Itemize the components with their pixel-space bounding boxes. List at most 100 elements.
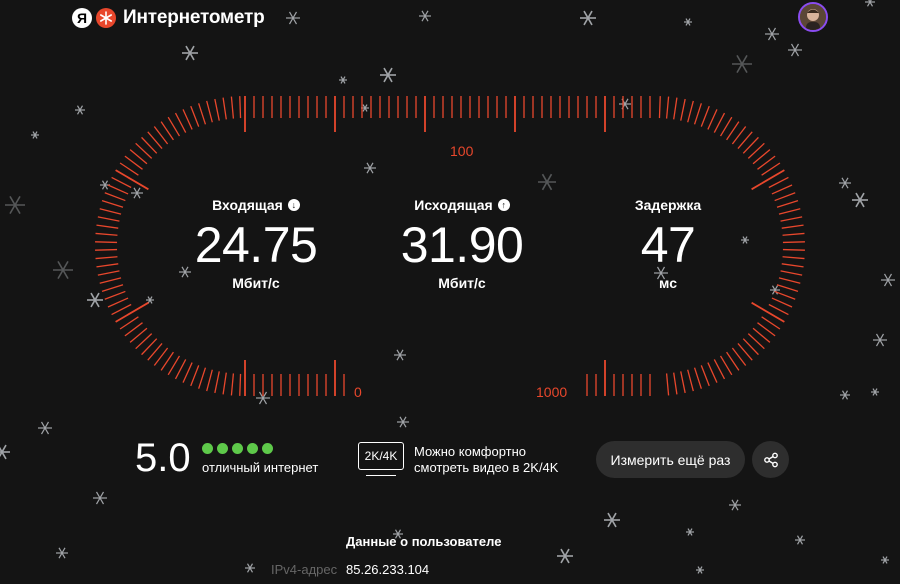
gauge-tick — [167, 116, 181, 137]
gauge-tick — [190, 105, 200, 127]
gauge-tick — [95, 256, 118, 260]
gauge-tick — [751, 301, 785, 323]
gauge-tick — [658, 96, 661, 119]
gauge-tick — [174, 112, 187, 133]
latency-metric: Задержка 47 мс — [558, 197, 778, 291]
gauge-tick — [101, 284, 124, 292]
latency-value: 47 — [640, 217, 696, 273]
gauge-tick — [680, 98, 686, 121]
gauge-tick — [115, 169, 149, 191]
gauge-tick — [713, 359, 726, 380]
download-label: Входящая — [212, 197, 283, 213]
gauge-tick — [693, 367, 702, 389]
gauge-tick — [101, 200, 124, 208]
quality-score: 5.0 — [135, 436, 191, 480]
gauge-tick — [700, 365, 710, 387]
gauge-tick — [182, 362, 193, 383]
gauge-tick — [665, 373, 670, 396]
gauge-tick — [230, 96, 235, 119]
gauge-tick — [239, 96, 242, 119]
retest-button[interactable]: Измерить ещё раз — [596, 441, 745, 478]
gauge-tick — [719, 355, 733, 376]
gauge-tick — [707, 362, 718, 383]
gauge-tick — [97, 270, 120, 276]
rating-dot — [247, 443, 258, 454]
gauge-tick — [96, 263, 119, 268]
ipv4-value: 85.26.233.104 — [346, 562, 430, 577]
ipv4-label: IPv4-адрес — [271, 562, 338, 577]
scale-label-100: 100 — [450, 143, 474, 159]
gauge-tick — [687, 369, 694, 392]
gauge-tick — [111, 303, 132, 316]
gauge-tick — [700, 105, 710, 127]
upload-arrow-icon: ↑ — [497, 199, 510, 211]
rating-dot — [262, 443, 273, 454]
user-avatar[interactable] — [798, 2, 828, 32]
gauge-tick — [781, 263, 804, 268]
gauge-tick — [198, 367, 207, 389]
upload-label: Исходящая — [414, 197, 493, 213]
gauge-tick — [751, 169, 785, 191]
gauge-tick — [230, 373, 235, 396]
app-title: Интернетометр — [123, 7, 265, 28]
latency-unit: мс — [659, 275, 677, 291]
gauge-tick — [198, 103, 207, 125]
gauge-tick — [687, 100, 694, 123]
download-arrow-icon: ↓ — [287, 199, 300, 211]
gauge-tick — [768, 176, 789, 189]
gauge-tick — [781, 224, 804, 229]
gauge-tick — [99, 277, 122, 284]
gauge-tick — [95, 241, 118, 244]
gauge-tick — [693, 103, 702, 125]
gauge-tick — [780, 270, 803, 276]
gauge-tick — [107, 184, 129, 195]
upload-unit: Мбит/с — [438, 275, 486, 291]
gauge-tick — [107, 297, 129, 308]
gauge-tick — [206, 100, 213, 123]
gauge-tick — [707, 109, 718, 130]
share-icon — [763, 452, 778, 467]
download-value: 24.75 — [194, 217, 318, 273]
upload-metric: Исходящая ↑ 31.90 Мбит/с — [352, 197, 572, 291]
gauge-tick — [680, 371, 686, 394]
gauge-tick — [95, 248, 118, 251]
gauge-tick — [673, 372, 678, 395]
user-data-title: Данные о пользователе — [346, 534, 502, 549]
share-button[interactable] — [752, 441, 789, 478]
gauge-tick — [190, 365, 200, 387]
gauge-tick — [214, 371, 220, 394]
gauge-tick — [771, 297, 793, 308]
app-logo[interactable]: Я Интернетометр — [72, 6, 265, 30]
speed-gauge — [95, 96, 805, 396]
gauge-tick — [673, 97, 678, 120]
rating-dot — [232, 443, 243, 454]
gauge-tick — [713, 112, 726, 133]
gauge-tick — [214, 98, 220, 121]
gauge-tick — [774, 290, 796, 300]
gauge-tick — [778, 277, 801, 284]
gauge-tick — [782, 248, 805, 251]
gauge-tick — [104, 290, 126, 300]
gauge-tick — [782, 241, 805, 244]
gauge-tick — [771, 184, 793, 195]
gauge-tick — [665, 96, 670, 119]
gauge-tick — [776, 200, 799, 208]
gauge-tick — [239, 373, 242, 396]
gauge-tick — [778, 208, 801, 215]
gauge-tick — [206, 369, 213, 392]
scale-label-0: 0 — [354, 384, 362, 400]
gauge-tick — [780, 216, 803, 222]
download-metric: Входящая ↓ 24.75 Мбит/с — [146, 197, 366, 291]
gauge-tick — [182, 109, 193, 130]
gauge-tick — [115, 301, 149, 323]
gauge-tick — [111, 176, 132, 189]
gauge-tick — [719, 116, 733, 137]
rating-dot — [202, 443, 213, 454]
gauge-tick — [768, 303, 789, 316]
description-line-1: Можно комфортно — [414, 444, 527, 459]
latency-label: Задержка — [634, 197, 702, 213]
gauge-tick — [222, 97, 227, 120]
video-quality-description: Можно комфортно смотреть видео в 2K/4K — [414, 444, 584, 476]
upload-value: 31.90 — [400, 217, 524, 273]
snowflake-icon — [96, 8, 116, 28]
